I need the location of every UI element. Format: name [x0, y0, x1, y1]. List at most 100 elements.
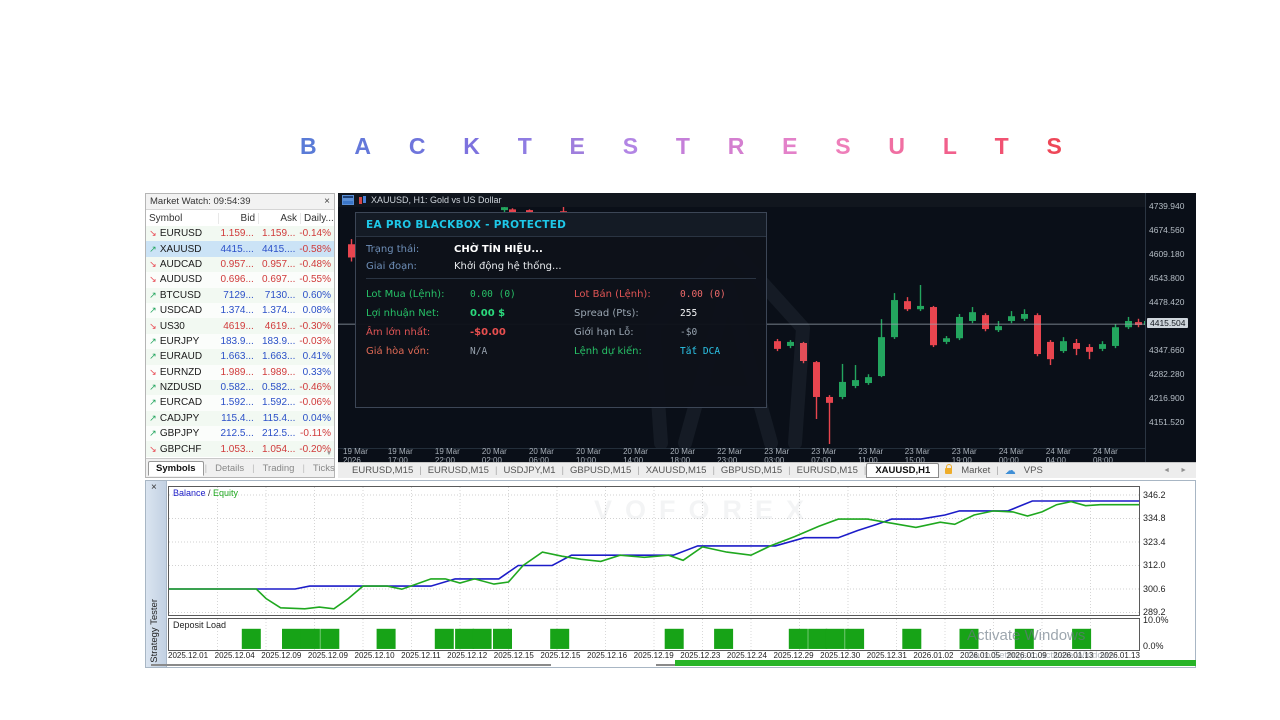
ea-status-label: Trạng thái: [366, 244, 454, 255]
title-letter: T [995, 133, 1009, 160]
ask-cell: 0.957... [257, 259, 299, 270]
date-axis-label: 2025.12.29 [774, 651, 814, 660]
table-row-audcad[interactable]: ↘AUDCAD0.957...0.957...-0.48% [146, 257, 334, 272]
bid-cell: 1.374... [217, 305, 257, 316]
price-axis-label: 4151.520 [1149, 417, 1184, 427]
symbol-cell: AUDCAD [160, 259, 217, 270]
price-axis-label: 4282.280 [1149, 369, 1184, 379]
date-axis-label: 2025.12.15 [540, 651, 580, 660]
table-row-nzdusd[interactable]: ↗NZDUSD0.582...0.582...-0.46% [146, 380, 334, 395]
bid-cell: 0.696... [217, 274, 257, 285]
chart-tab-gbpusd-m15[interactable]: GBPUSD,M15 [564, 465, 637, 476]
table-row-btcusd[interactable]: ↗BTCUSD7129...7130...0.60% [146, 288, 334, 303]
symbol-cell: EURJPY [160, 336, 217, 347]
date-axis-label: 2025.12.19 [634, 651, 674, 660]
column-header-ask[interactable]: Ask [258, 213, 300, 224]
table-row-audusd[interactable]: ↘AUDUSD0.696...0.697...-0.55% [146, 272, 334, 287]
date-axis-label: 2025.12.15 [494, 651, 534, 660]
deposit-axis-label-bottom: 0.0% [1143, 641, 1164, 651]
table-row-eurjpy[interactable]: ↗EURJPY183.9...183.9...-0.03% [146, 334, 334, 349]
column-header-bid[interactable]: Bid [218, 213, 258, 224]
price-axis-label: 4216.900 [1149, 393, 1184, 403]
ea-metric-value: -$0 [680, 327, 756, 338]
tab-details[interactable]: Details [208, 462, 251, 475]
date-axis-label: 2025.12.31 [867, 651, 907, 660]
table-row-gbpchf[interactable]: ↘GBPCHF1.053...1.054...-0.20% [146, 441, 334, 456]
symbol-cell: XAUUSD [160, 244, 217, 255]
ask-cell: 1.159... [257, 228, 299, 239]
daily-change-cell: -0.03% [298, 336, 334, 347]
tab-ticks[interactable]: Ticks [306, 462, 342, 475]
column-header-symbol[interactable]: Symbol [146, 213, 218, 224]
title-letter: C [409, 133, 426, 160]
daily-change-cell: 0.60% [298, 290, 334, 301]
date-axis-label: 2025.12.23 [680, 651, 720, 660]
ea-metric-value: 0.00 (0) [470, 289, 570, 300]
chart-tab-xauusd-m15[interactable]: XAUUSD,M15 [640, 465, 713, 476]
close-icon[interactable]: × [324, 196, 330, 207]
ask-cell: 0.582... [257, 382, 299, 393]
scroll-down-icon[interactable]: ▼ [326, 451, 332, 457]
ask-cell: 1.663... [257, 351, 299, 362]
table-row-euraud[interactable]: ↗EURAUD1.663...1.663...0.41% [146, 349, 334, 364]
tab-vps[interactable]: VPS [1018, 465, 1049, 476]
daily-change-cell: -0.58% [298, 244, 334, 255]
bid-cell: 212.5... [217, 428, 257, 439]
chart-tab-xauusd-h1[interactable]: XAUUSD,H1 [866, 463, 939, 478]
chart-tab-eurusd-m15[interactable]: EURUSD,M15 [346, 465, 419, 476]
legend-balance: Balance [173, 488, 206, 498]
market-watch-title: Market Watch: 09:54:39 [150, 196, 251, 207]
chart-tab-gbpusd-m15[interactable]: GBPUSD,M15 [715, 465, 788, 476]
daily-change-cell: 0.33% [298, 367, 334, 378]
tab-trading[interactable]: Trading [256, 462, 302, 475]
up-arrow-icon: ↗ [146, 290, 160, 301]
close-icon[interactable]: × [151, 482, 157, 493]
daily-change-cell: -0.11% [298, 428, 334, 439]
balance-graph[interactable]: Balance / Equity VOFOREX [168, 486, 1140, 616]
bid-cell: 1.159... [217, 228, 257, 239]
date-axis-label: 2025.12.10 [355, 651, 395, 660]
tab-market[interactable]: Market [955, 465, 996, 476]
cloud-icon: ☁ [1005, 464, 1016, 477]
chart-tab-usdjpy-m1[interactable]: USDJPY,M1 [497, 465, 561, 476]
daily-change-cell: -0.06% [298, 397, 334, 408]
symbol-cell: EURUSD [160, 228, 217, 239]
page-title: BACKTESTRESULTS [300, 133, 1062, 160]
tester-progress-bar [675, 660, 1196, 666]
table-row-usdcad[interactable]: ↗USDCAD1.374...1.374...0.08% [146, 303, 334, 318]
up-arrow-icon: ↗ [146, 336, 160, 347]
up-arrow-icon: ↗ [146, 397, 160, 408]
price-axis: 4415.504 4739.9404674.5604609.1804543.80… [1145, 193, 1197, 462]
ea-metric-value: Tắt DCA [680, 346, 756, 357]
down-arrow-icon: ↘ [146, 367, 160, 378]
balance-axis-label: 334.8 [1143, 513, 1166, 523]
title-letter: A [354, 133, 371, 160]
voforex-watermark: VOFOREX [594, 495, 817, 526]
daily-change-cell: 0.41% [298, 351, 334, 362]
table-row-xauusd[interactable]: ↗XAUUSD4415....4415....-0.58% [146, 241, 334, 256]
chart-tab-eurusd-m15[interactable]: EURUSD,M15 [791, 465, 864, 476]
horizontal-scrollbar[interactable] [151, 664, 551, 666]
chart-tab-eurusd-m15[interactable]: EURUSD,M15 [422, 465, 495, 476]
table-row-eurnzd[interactable]: ↘EURNZD1.989...1.989...0.33% [146, 365, 334, 380]
bid-cell: 1.989... [217, 367, 257, 378]
symbol-cell: US30 [160, 321, 217, 332]
menu-icon[interactable] [342, 195, 354, 205]
chart-type-icon[interactable] [358, 196, 367, 205]
ea-divider [366, 278, 756, 279]
ea-status-label: Giai đoạn: [366, 261, 454, 272]
table-row-eurcad[interactable]: ↗EURCAD1.592...1.592...-0.06% [146, 395, 334, 410]
ea-panel: EA PRO BLACKBOX - PROTECTED Trạng thái:C… [355, 212, 767, 408]
column-header-daily[interactable]: Daily... [300, 213, 328, 224]
bid-cell: 7129... [217, 290, 257, 301]
table-row-us30[interactable]: ↘US304619...4619...-0.30% [146, 318, 334, 333]
daily-change-cell: -0.48% [298, 259, 334, 270]
tab-scroll-arrows[interactable]: ◄ ► [1163, 467, 1191, 474]
table-row-gbpjpy[interactable]: ↗GBPJPY212.5...212.5...-0.11% [146, 426, 334, 441]
down-arrow-icon: ↘ [146, 444, 160, 455]
table-row-eurusd[interactable]: ↘EURUSD1.159...1.159...-0.14% [146, 226, 334, 241]
deposit-load-label: Deposit Load [173, 620, 226, 630]
ea-status-rows: Trạng thái:CHỜ TÍN HIỆU...Giai đoạn:Khởi… [356, 237, 766, 272]
table-row-cadjpy[interactable]: ↗CADJPY115.4...115.4...0.04% [146, 411, 334, 426]
tab-symbols[interactable]: Symbols [148, 461, 204, 476]
